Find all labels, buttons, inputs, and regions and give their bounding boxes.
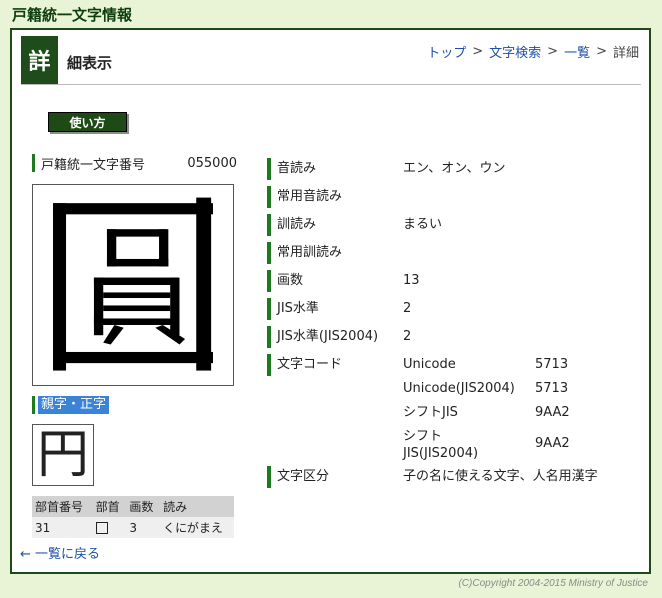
info-row-jis-level: JIS水準 2 — [267, 298, 647, 322]
jis-level-2004-label: JIS水準(JIS2004) — [267, 326, 403, 348]
on-yomi-value: エン、オン、ウン — [403, 161, 506, 176]
oyaji-glyph-char: 円 — [36, 425, 89, 485]
radical-strokes: 3 — [126, 517, 161, 538]
radical-glyph — [92, 517, 127, 538]
code-name-unicode-jis2004: Unicode(JIS2004) — [403, 381, 515, 396]
breadcrumb-current: 詳細 — [612, 46, 639, 61]
info-row-jis-level-2004: JIS水準(JIS2004) 2 — [267, 326, 647, 350]
back-to-list-link[interactable]: ← 一覧に戻る — [20, 543, 100, 562]
breadcrumb-list-link[interactable]: 一覧 — [564, 42, 590, 61]
kakusu-label: 画数 — [267, 270, 403, 292]
info-row-kun-yomi: 訓読み まるい — [267, 214, 647, 238]
breadcrumb-separator: > — [547, 44, 559, 59]
radical-number: 31 — [32, 517, 93, 538]
radical-header-strokes: 画数 — [126, 496, 161, 517]
oyaji-label-text: 親字・正字 — [38, 396, 110, 414]
page-title: 細表示 — [67, 54, 113, 72]
character-info: 音読み エン、オン、ウン 常用音読み 訓読み まるい 常用訓読み 画数 13 J… — [267, 158, 647, 494]
joyo-on-label: 常用音読み — [267, 186, 403, 208]
radical-kunigamae-icon — [95, 522, 108, 534]
char-code-label: 文字コード — [267, 354, 403, 376]
kakusu-value: 13 — [403, 273, 420, 288]
glyph-column: 戸籍統一文字番号 055000 親字・正字 円 部首番号 部首 画数 読み 31… — [32, 154, 237, 538]
code-name-shiftjis-jis2004: シフト JIS(JIS2004) — [403, 429, 479, 461]
joyo-kun-label: 常用訓読み — [267, 242, 403, 264]
breadcrumb: トップ > 文字検索 > 一覧 > 詳細 — [427, 42, 639, 61]
breadcrumb-separator: > — [472, 44, 484, 59]
glyph-en-kanji-image — [53, 197, 213, 371]
radical-header-radical: 部首 — [92, 496, 127, 517]
breadcrumb-search-link[interactable]: 文字検索 — [489, 42, 541, 61]
koseki-number-value: 055000 — [187, 155, 237, 171]
kun-yomi-label: 訓読み — [267, 214, 403, 236]
breadcrumb-top-link[interactable]: トップ — [427, 42, 466, 61]
info-row-kakusu: 画数 13 — [267, 270, 647, 294]
jis-level-label: JIS水準 — [267, 298, 403, 320]
radical-table-header: 部首番号 部首 画数 読み — [32, 496, 234, 517]
code-name-shiftjis: シフトJIS — [403, 405, 458, 420]
kun-yomi-value: まるい — [403, 217, 443, 232]
header-badge: 詳 — [21, 36, 58, 84]
copyright: (C)Copyright 2004-2015 Ministry of Justi… — [458, 578, 648, 589]
on-yomi-label: 音読み — [267, 158, 403, 180]
info-row-char-class: 文字区分 子の名に使える文字、人名用漢字 — [267, 466, 647, 490]
code-value-shiftjis-jis2004: 9AA2 — [535, 436, 570, 451]
usage-button[interactable]: 使い方 — [48, 112, 127, 132]
main-glyph-image — [32, 184, 234, 386]
koseki-number-label: 戸籍統一文字番号 — [41, 157, 146, 173]
oyaji-glyph-image: 円 — [32, 424, 94, 486]
char-code-table: Unicode 5713 Unicode(JIS2004) 5713 シフトJI… — [403, 354, 625, 462]
radical-header-number: 部首番号 — [32, 496, 93, 517]
code-value-unicode: 5713 — [535, 357, 569, 372]
info-row-joyo-kun: 常用訓読み — [267, 242, 647, 266]
oyaji-label: 親字・正字 — [32, 396, 237, 414]
detail-panel: 詳 細表示 トップ > 文字検索 > 一覧 > 詳細 使い方 戸籍統一文字番号 … — [10, 28, 651, 574]
breadcrumb-separator: > — [596, 44, 607, 59]
code-name-unicode: Unicode — [403, 357, 456, 372]
radical-table: 部首番号 部首 画数 読み 31 3 くにがまえ — [32, 496, 234, 538]
info-row-joyo-on: 常用音読み — [267, 186, 647, 210]
jis-level-value: 2 — [403, 301, 412, 316]
char-class-label: 文字区分 — [267, 466, 403, 488]
koseki-number-row: 戸籍統一文字番号 055000 — [32, 154, 237, 173]
info-row-on-yomi: 音読み エン、オン、ウン — [267, 158, 647, 182]
code-value-shiftjis: 9AA2 — [535, 405, 570, 420]
header-divider — [21, 84, 641, 85]
site-title: 戸籍統一文字情報 — [12, 6, 133, 24]
code-value-unicode-jis2004: 5713 — [535, 381, 569, 396]
radical-table-row: 31 3 くにがまえ — [32, 517, 234, 538]
jis-level-2004-value: 2 — [403, 329, 412, 344]
radical-reading: くにがまえ — [160, 517, 234, 538]
char-class-value: 子の名に使える文字、人名用漢字 — [403, 469, 598, 484]
info-row-char-code: 文字コード Unicode 5713 Unicode(JIS2004) 5713… — [267, 354, 647, 462]
radical-header-reading: 読み — [160, 496, 234, 517]
